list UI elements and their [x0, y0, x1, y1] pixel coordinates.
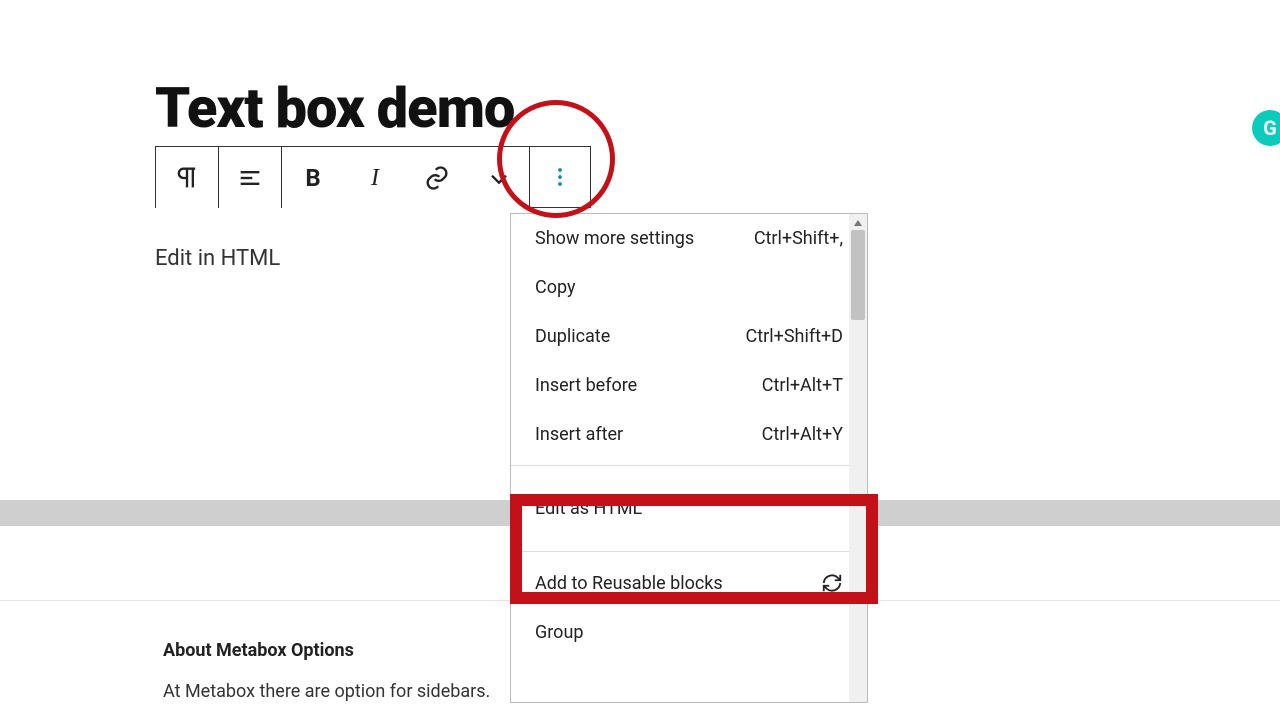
menu-separator [511, 551, 867, 552]
menu-label: Copy [535, 277, 576, 298]
toolbar-group-align [218, 146, 282, 208]
menu-label: Edit as HTML [535, 498, 642, 519]
bold-button[interactable]: B [282, 147, 344, 209]
menu-label: Show more settings [535, 228, 694, 249]
menu-item-add-reusable[interactable]: Add to Reusable blocks [511, 558, 867, 608]
menu-shortcut: Ctrl+Alt+T [762, 375, 843, 396]
align-left-icon[interactable] [219, 147, 281, 209]
menu-label: Insert after [535, 424, 623, 445]
menu-item-group[interactable]: Group [511, 608, 867, 657]
chevron-down-icon[interactable] [468, 147, 530, 209]
floating-badge[interactable]: G [1252, 110, 1280, 146]
italic-button[interactable]: I [344, 147, 406, 209]
menu-item-insert-before[interactable]: Insert before Ctrl+Alt+T [511, 361, 867, 410]
menu-item-insert-after[interactable]: Insert after Ctrl+Alt+Y [511, 410, 867, 459]
menu-separator [511, 465, 867, 466]
badge-label: G [1263, 116, 1277, 140]
menu-shortcut: Ctrl+Shift+D [746, 326, 843, 347]
more-options-button[interactable] [529, 146, 591, 208]
dropdown-scrollbar[interactable] [849, 214, 867, 702]
dropdown-inner: Show more settings Ctrl+Shift+, Copy Dup… [511, 214, 867, 702]
scrollbar-thumb[interactable] [851, 230, 865, 320]
menu-item-show-more-settings[interactable]: Show more settings Ctrl+Shift+, [511, 214, 867, 263]
toolbar-group-block-type [155, 146, 219, 208]
menu-shortcut: Ctrl+Alt+Y [762, 424, 843, 445]
menu-item-duplicate[interactable]: Duplicate Ctrl+Shift+D [511, 312, 867, 361]
scrollbar-up-arrow-icon[interactable] [851, 216, 865, 230]
metabox-title: About Metabox Options [163, 640, 490, 661]
more-options-dropdown: Show more settings Ctrl+Shift+, Copy Dup… [510, 213, 868, 703]
post-title[interactable]: Text box demo [155, 75, 1280, 141]
metabox-description: At Metabox there are option for sidebars… [163, 681, 490, 702]
menu-shortcut: Ctrl+Shift+, [754, 228, 843, 249]
refresh-icon [821, 572, 843, 594]
link-icon[interactable] [406, 147, 468, 209]
toolbar-group-format: B I [281, 146, 531, 208]
menu-label: Insert before [535, 375, 637, 396]
menu-label: Group [535, 622, 583, 643]
paragraph-icon[interactable] [156, 147, 218, 209]
menu-item-edit-as-html[interactable]: Edit as HTML [511, 472, 867, 545]
metabox-panel: About Metabox Options At Metabox there a… [163, 640, 490, 702]
menu-item-copy[interactable]: Copy [511, 263, 867, 312]
block-toolbar: B I [155, 146, 1280, 208]
menu-label: Duplicate [535, 326, 610, 347]
menu-label: Add to Reusable blocks [535, 573, 723, 594]
